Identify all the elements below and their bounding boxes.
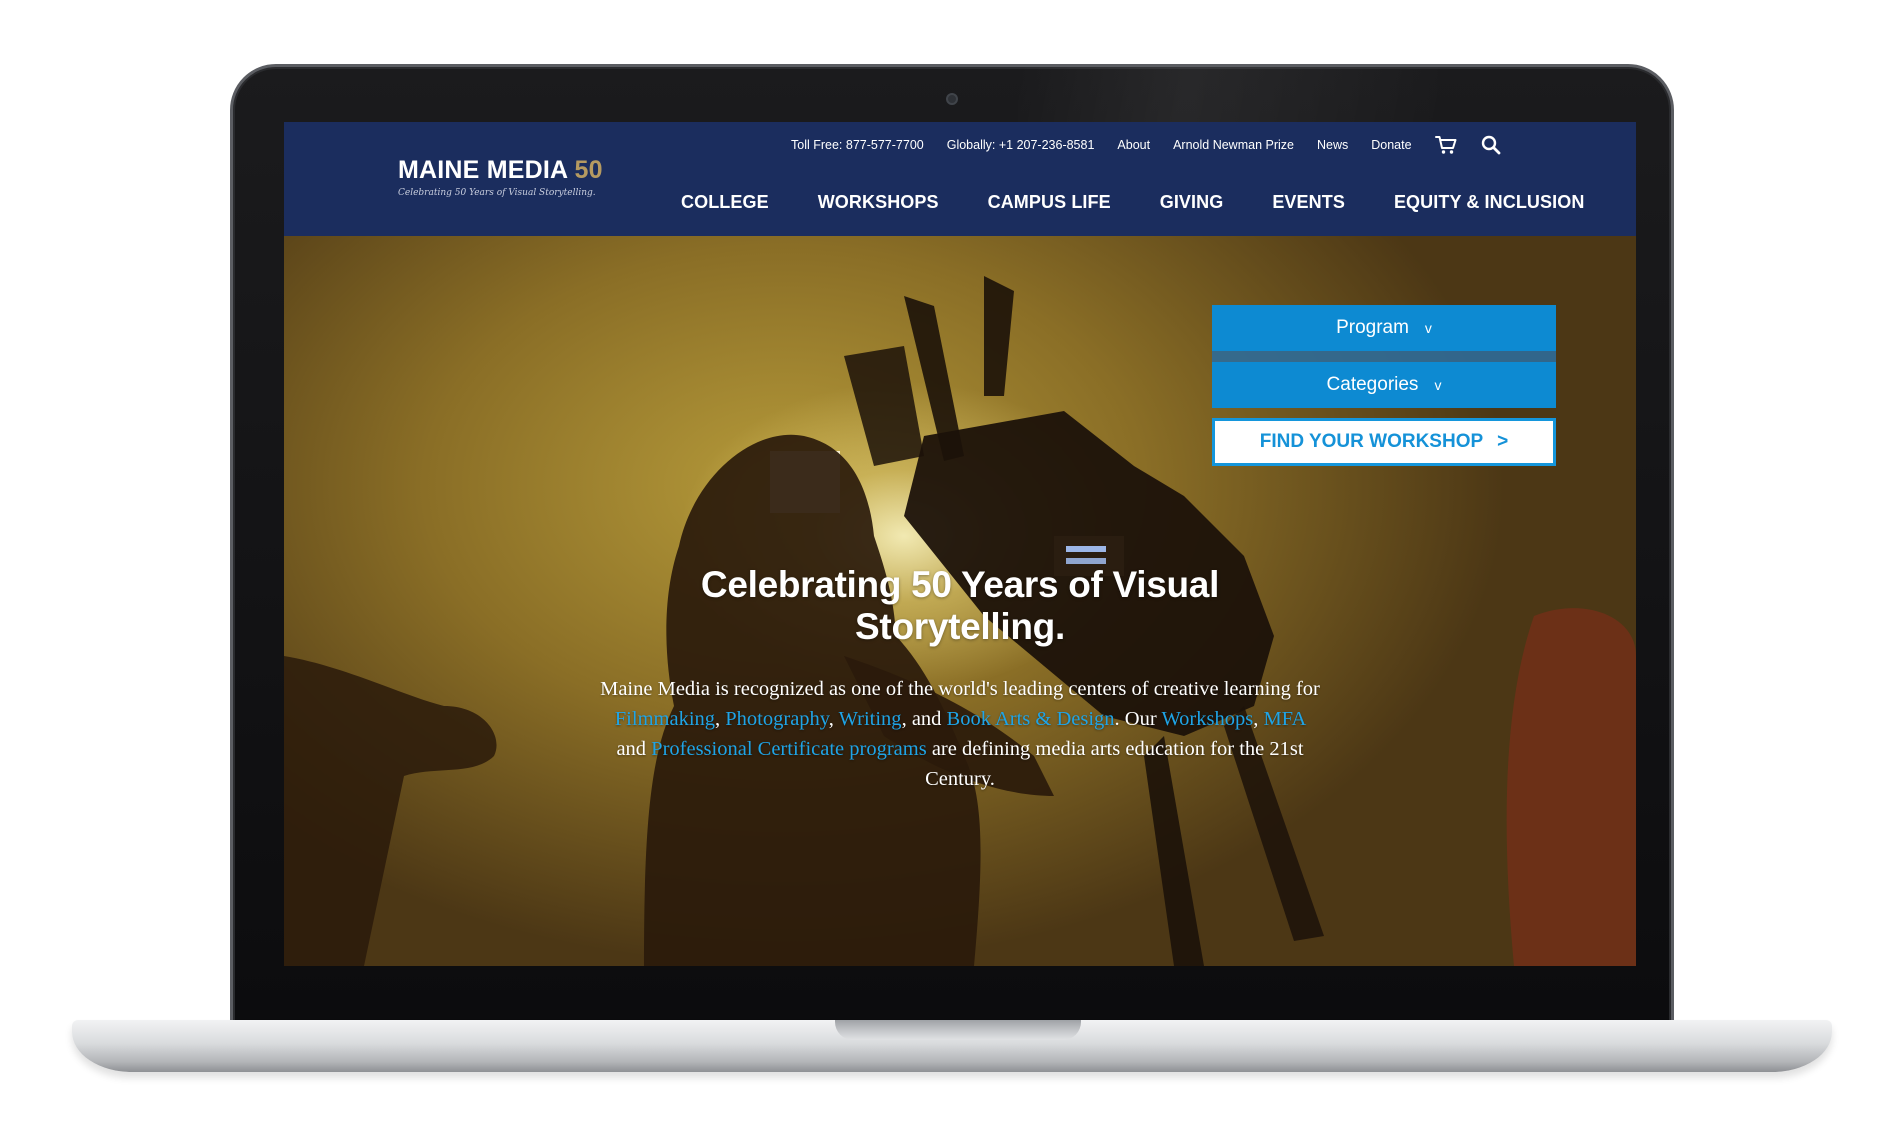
program-dropdown[interactable]: Program v bbox=[1212, 305, 1556, 351]
book-arts-link[interactable]: Book Arts & Design bbox=[947, 708, 1115, 730]
finder-divider bbox=[1212, 351, 1556, 362]
nav-campus-life[interactable]: CAMPUS LIFE bbox=[988, 192, 1111, 213]
hero-title: Celebrating 50 Years of Visual Storytell… bbox=[700, 564, 1220, 647]
workshop-finder: Program v Categories v FIND YOUR WORKSHO… bbox=[1212, 305, 1556, 466]
hero-text-segment: , bbox=[715, 708, 726, 730]
writing-link[interactable]: Writing bbox=[839, 708, 902, 730]
hero-text-segment: , bbox=[1253, 708, 1264, 730]
arnold-newman-prize-link[interactable]: Arnold Newman Prize bbox=[1173, 138, 1294, 152]
categories-dropdown[interactable]: Categories v bbox=[1212, 362, 1556, 408]
chevron-right-icon: > bbox=[1497, 431, 1509, 452]
laptop-screen: MAINE MEDIA 50 Celebrating 50 Years of V… bbox=[284, 122, 1636, 966]
find-workshop-button[interactable]: FIND YOUR WORKSHOP > bbox=[1212, 418, 1556, 466]
hero-section: Program v Categories v FIND YOUR WORKSHO… bbox=[284, 236, 1636, 966]
utility-bar: Toll Free: 877-577-7700 Globally: +1 207… bbox=[791, 135, 1502, 155]
photography-link[interactable]: Photography bbox=[725, 708, 828, 730]
global-phone-link[interactable]: Globally: +1 207-236-8581 bbox=[947, 138, 1095, 152]
hero-text-segment: . Our bbox=[1114, 708, 1162, 730]
news-link[interactable]: News bbox=[1317, 138, 1348, 152]
chevron-down-icon: v bbox=[1424, 320, 1432, 336]
filmmaking-link[interactable]: Filmmaking bbox=[615, 708, 715, 730]
logo-number: 50 bbox=[574, 156, 603, 184]
hero-text-segment: and bbox=[616, 738, 652, 760]
hero-text-segment: , bbox=[828, 708, 839, 730]
hero-description: Maine Media is recognized as one of the … bbox=[600, 674, 1320, 794]
professional-certificate-link[interactable]: Professional Certificate programs bbox=[651, 738, 927, 760]
main-nav: COLLEGE WORKSHOPS CAMPUS LIFE GIVING EVE… bbox=[681, 187, 1584, 217]
donate-link[interactable]: Donate bbox=[1371, 138, 1411, 152]
chevron-down-icon: v bbox=[1434, 377, 1442, 393]
hero-text-segment: are defining media arts education for th… bbox=[925, 738, 1304, 790]
workshops-link[interactable]: Workshops bbox=[1161, 708, 1253, 730]
nav-college[interactable]: COLLEGE bbox=[681, 192, 769, 213]
hero-text-segment: Maine Media is recognized as one of the … bbox=[600, 678, 1320, 700]
logo-name: MAINE MEDIA bbox=[398, 156, 568, 184]
search-icon[interactable] bbox=[1480, 135, 1502, 155]
nav-workshops[interactable]: WORKSHOPS bbox=[818, 192, 939, 213]
nav-giving[interactable]: GIVING bbox=[1160, 192, 1224, 213]
logo-wordmark: MAINE MEDIA 50 bbox=[398, 156, 603, 185]
mfa-link[interactable]: MFA bbox=[1263, 708, 1305, 730]
toll-free-link[interactable]: Toll Free: 877-577-7700 bbox=[791, 138, 924, 152]
cart-icon[interactable] bbox=[1434, 135, 1457, 155]
logo-tagline: Celebrating 50 Years of Visual Storytell… bbox=[398, 188, 596, 198]
program-label: Program bbox=[1336, 317, 1409, 338]
site-header: MAINE MEDIA 50 Celebrating 50 Years of V… bbox=[284, 122, 1636, 236]
find-workshop-label: FIND YOUR WORKSHOP bbox=[1259, 431, 1484, 452]
webcam-icon bbox=[946, 93, 958, 105]
hero-text-segment: , and bbox=[901, 708, 947, 730]
nav-events[interactable]: EVENTS bbox=[1272, 192, 1345, 213]
site-logo[interactable]: MAINE MEDIA 50 Celebrating 50 Years of V… bbox=[398, 156, 603, 198]
about-link[interactable]: About bbox=[1117, 138, 1150, 152]
laptop-base-notch bbox=[835, 1020, 1081, 1040]
hero-text: Celebrating 50 Years of Visual Storytell… bbox=[600, 564, 1320, 794]
nav-equity-inclusion[interactable]: EQUITY & INCLUSION bbox=[1394, 192, 1584, 213]
categories-label: Categories bbox=[1326, 374, 1419, 395]
